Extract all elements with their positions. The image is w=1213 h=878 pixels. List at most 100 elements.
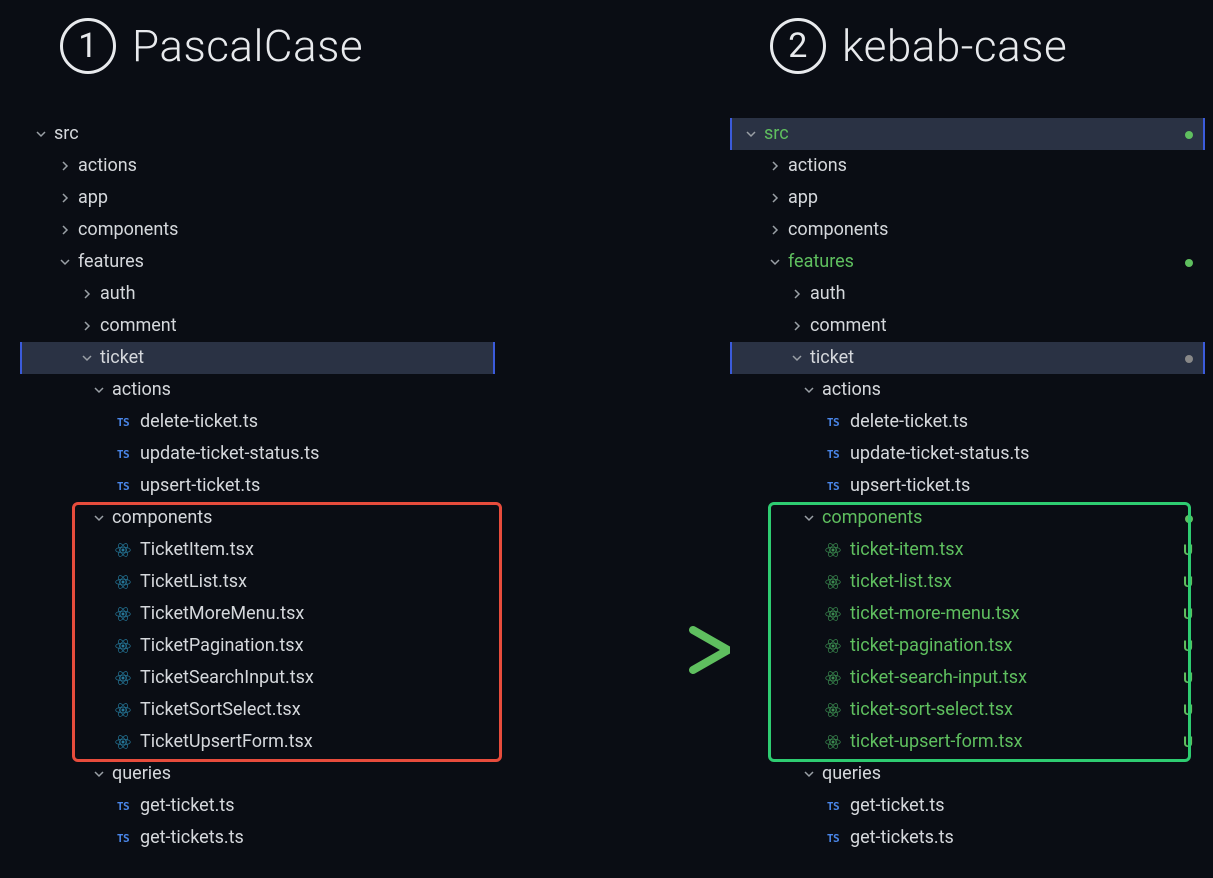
folder-actions[interactable]: actions <box>730 150 1205 182</box>
file-get-tickets[interactable]: TSget-tickets.ts <box>20 822 495 854</box>
status-badge <box>1185 511 1193 526</box>
react-icon <box>822 606 844 622</box>
folder-components[interactable]: components <box>730 214 1205 246</box>
react-icon <box>112 574 134 590</box>
file-ticketupsertform[interactable]: TicketUpsertForm.tsx <box>20 726 495 758</box>
file-update-ticket-status[interactable]: TSupdate-ticket-status.ts <box>20 438 495 470</box>
file-ticketsortselect[interactable]: TicketSortSelect.tsx <box>20 694 495 726</box>
file-ticket-search-input[interactable]: ticket-search-input.tsxU <box>730 662 1205 694</box>
react-icon <box>112 638 134 654</box>
ts-icon: TS <box>822 801 844 812</box>
folder-ticket[interactable]: ticket <box>730 342 1205 374</box>
folder-features[interactable]: features <box>730 246 1205 278</box>
git-status-untracked: U <box>1183 671 1193 686</box>
file-ticketitem[interactable]: TicketItem.tsx <box>20 534 495 566</box>
heading-title-left: PascalCase <box>132 20 363 72</box>
chevron-down-icon <box>92 513 106 523</box>
file-ticket-list[interactable]: ticket-list.tsxU <box>730 566 1205 598</box>
transition-arrow <box>498 620 730 660</box>
folder-auth[interactable]: auth <box>20 278 495 310</box>
react-icon <box>822 702 844 718</box>
git-status-untracked: U <box>1183 735 1193 750</box>
folder-queries[interactable]: queries <box>20 758 495 790</box>
heading-pascalcase: 1 PascalCase <box>60 18 495 74</box>
file-ticket-item[interactable]: ticket-item.tsxU <box>730 534 1205 566</box>
chevron-down-icon <box>802 385 816 395</box>
file-ticket-more-menu[interactable]: ticket-more-menu.tsxU <box>730 598 1205 630</box>
file-ticketpagination[interactable]: TicketPagination.tsx <box>20 630 495 662</box>
heading-title-right: kebab-case <box>842 20 1067 72</box>
folder-comment[interactable]: comment <box>730 310 1205 342</box>
git-status-untracked: U <box>1183 639 1193 654</box>
chevron-right-icon <box>58 161 72 171</box>
folder-app[interactable]: app <box>730 182 1205 214</box>
status-badge <box>1185 255 1193 270</box>
chevron-right-icon <box>790 321 804 331</box>
folder-ticket-components[interactable]: components <box>20 502 495 534</box>
file-get-tickets[interactable]: TSget-tickets.ts <box>730 822 1205 854</box>
chevron-down-icon <box>92 769 106 779</box>
file-ticket-pagination[interactable]: ticket-pagination.tsxU <box>730 630 1205 662</box>
ts-icon: TS <box>112 801 134 812</box>
file-get-ticket[interactable]: TSget-ticket.ts <box>730 790 1205 822</box>
chevron-down-icon <box>34 129 48 139</box>
ts-icon: TS <box>822 481 844 492</box>
folder-features[interactable]: features <box>20 246 495 278</box>
chevron-right-icon <box>58 225 72 235</box>
chevron-right-icon <box>790 289 804 299</box>
file-ticketsearchinput[interactable]: TicketSearchInput.tsx <box>20 662 495 694</box>
ts-icon: TS <box>822 417 844 428</box>
folder-components[interactable]: components <box>20 214 495 246</box>
step-number-1: 1 <box>60 18 116 74</box>
chevron-down-icon <box>744 129 758 139</box>
folder-ticket-actions[interactable]: actions <box>20 374 495 406</box>
status-badge <box>1185 351 1193 366</box>
react-icon <box>112 702 134 718</box>
folder-ticket-components[interactable]: components <box>730 502 1205 534</box>
file-ticketlist[interactable]: TicketList.tsx <box>20 566 495 598</box>
react-icon <box>822 542 844 558</box>
react-icon <box>822 670 844 686</box>
file-delete-ticket[interactable]: TSdelete-ticket.ts <box>730 406 1205 438</box>
chevron-down-icon <box>80 353 94 363</box>
panel-pascalcase: 1 PascalCase src actions app components … <box>20 18 495 854</box>
ts-icon: TS <box>822 449 844 460</box>
chevron-down-icon <box>790 353 804 363</box>
chevron-right-icon <box>80 289 94 299</box>
react-icon <box>112 542 134 558</box>
file-upsert-ticket[interactable]: TSupsert-ticket.ts <box>730 470 1205 502</box>
react-icon <box>112 606 134 622</box>
file-ticket-sort-select[interactable]: ticket-sort-select.tsxU <box>730 694 1205 726</box>
folder-src[interactable]: src <box>730 118 1205 150</box>
folder-src[interactable]: src <box>20 118 495 150</box>
git-status-untracked: U <box>1183 703 1193 718</box>
file-get-ticket[interactable]: TSget-ticket.ts <box>20 790 495 822</box>
file-ticket-upsert-form[interactable]: ticket-upsert-form.tsxU <box>730 726 1205 758</box>
chevron-right-icon <box>768 193 782 203</box>
ts-icon: TS <box>112 449 134 460</box>
file-ticketmoremenu[interactable]: TicketMoreMenu.tsx <box>20 598 495 630</box>
folder-ticket[interactable]: ticket <box>20 342 495 374</box>
react-icon <box>822 574 844 590</box>
chevron-right-icon <box>768 225 782 235</box>
step-number-2: 2 <box>770 18 826 74</box>
folder-app[interactable]: app <box>20 182 495 214</box>
ts-icon: TS <box>822 833 844 844</box>
chevron-down-icon <box>58 257 72 267</box>
git-status-untracked: U <box>1183 575 1193 590</box>
folder-ticket-actions[interactable]: actions <box>730 374 1205 406</box>
file-delete-ticket[interactable]: TSdelete-ticket.ts <box>20 406 495 438</box>
chevron-down-icon <box>768 257 782 267</box>
react-icon <box>112 670 134 686</box>
chevron-down-icon <box>92 385 106 395</box>
react-icon <box>822 734 844 750</box>
git-status-untracked: U <box>1183 543 1193 558</box>
file-update-ticket-status[interactable]: TSupdate-ticket-status.ts <box>730 438 1205 470</box>
folder-queries[interactable]: queries <box>730 758 1205 790</box>
folder-comment[interactable]: comment <box>20 310 495 342</box>
folder-auth[interactable]: auth <box>730 278 1205 310</box>
file-upsert-ticket[interactable]: TSupsert-ticket.ts <box>20 470 495 502</box>
folder-actions[interactable]: actions <box>20 150 495 182</box>
ts-icon: TS <box>112 833 134 844</box>
chevron-down-icon <box>802 769 816 779</box>
